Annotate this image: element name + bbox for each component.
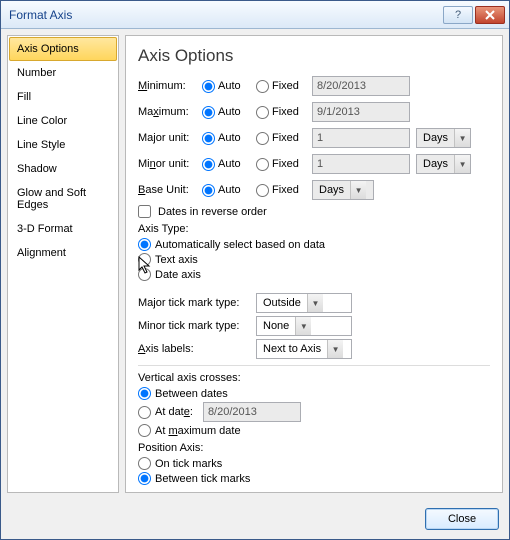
major-unit-combo[interactable]: Days▼ xyxy=(416,128,471,148)
sidebar-item-label: Axis Options xyxy=(17,43,79,55)
at-max-label: At maximum date xyxy=(155,425,241,437)
sidebar-item-label: Line Style xyxy=(17,139,65,151)
format-axis-dialog: Format Axis ? Axis Options Number Fill L… xyxy=(0,0,510,540)
axis-type-text-radio[interactable] xyxy=(138,253,151,266)
minimum-label: Minimum: xyxy=(138,80,202,92)
sidebar-item-line-style[interactable]: Line Style xyxy=(9,133,117,157)
sidebar-item-line-color[interactable]: Line Color xyxy=(9,109,117,133)
axis-labels-combo[interactable]: Next to Axis▼ xyxy=(256,339,352,359)
sidebar-item-label: Shadow xyxy=(17,163,57,175)
major-fixed-radio[interactable]: Fixed xyxy=(256,132,312,145)
sidebar-item-3d-format[interactable]: 3-D Format xyxy=(9,217,117,241)
axis-labels-label: Axis labels: xyxy=(138,343,256,355)
sidebar-item-label: Alignment xyxy=(17,247,66,259)
chevron-down-icon: ▼ xyxy=(454,155,470,173)
sidebar-item-fill[interactable]: Fill xyxy=(9,85,117,109)
sidebar-item-alignment[interactable]: Alignment xyxy=(9,241,117,265)
minor-auto-radio[interactable]: Auto xyxy=(202,158,256,171)
minor-unit-label: Minor unit: xyxy=(138,158,202,170)
window-title: Format Axis xyxy=(9,8,441,22)
minor-unit-input[interactable] xyxy=(312,154,410,174)
vcross-between-radio[interactable] xyxy=(138,387,151,400)
minor-unit-combo[interactable]: Days▼ xyxy=(416,154,471,174)
sidebar-item-axis-options[interactable]: Axis Options xyxy=(9,37,117,61)
close-window-button[interactable] xyxy=(475,6,505,24)
minor-tick-label: Minor tick mark type: xyxy=(138,320,256,332)
sidebar-item-label: 3-D Format xyxy=(17,223,73,235)
dialog-footer: Close xyxy=(1,499,509,539)
chevron-down-icon: ▼ xyxy=(307,294,323,312)
base-fixed-radio[interactable]: Fixed xyxy=(256,184,312,197)
base-unit-combo[interactable]: Days▼ xyxy=(312,180,374,200)
reverse-order-checkbox[interactable] xyxy=(138,205,151,218)
vertical-crosses-label: Vertical axis crosses: xyxy=(138,372,490,384)
major-tick-label: Major tick mark type: xyxy=(138,297,256,309)
minimum-auto-radio[interactable]: Auto xyxy=(202,80,256,93)
category-sidebar: Axis Options Number Fill Line Color Line… xyxy=(7,35,119,493)
at-date-label: At date: xyxy=(155,406,193,418)
chevron-down-icon: ▼ xyxy=(350,181,366,199)
maximum-fixed-radio[interactable]: Fixed xyxy=(256,106,312,119)
sidebar-item-label: Number xyxy=(17,67,56,79)
sidebar-item-shadow[interactable]: Shadow xyxy=(9,157,117,181)
axis-options-panel: Axis Options Minimum: Auto Fixed Maximum… xyxy=(125,35,503,493)
minor-fixed-radio[interactable]: Fixed xyxy=(256,158,312,171)
position-between-radio[interactable] xyxy=(138,472,151,485)
chevron-down-icon: ▼ xyxy=(327,340,343,358)
close-button[interactable]: Close xyxy=(425,508,499,530)
minimum-input[interactable] xyxy=(312,76,410,96)
position-axis-label: Position Axis: xyxy=(138,442,490,454)
maximum-label: Maximum: xyxy=(138,106,202,118)
major-auto-radio[interactable]: Auto xyxy=(202,132,256,145)
major-tick-combo[interactable]: Outside▼ xyxy=(256,293,352,313)
chevron-down-icon: ▼ xyxy=(454,129,470,147)
close-icon xyxy=(485,10,495,20)
base-auto-radio[interactable]: Auto xyxy=(202,184,256,197)
maximum-auto-radio[interactable]: Auto xyxy=(202,106,256,119)
help-button[interactable]: ? xyxy=(443,6,473,24)
chevron-down-icon: ▼ xyxy=(295,317,311,335)
sidebar-item-label: Fill xyxy=(17,91,31,103)
position-on-radio[interactable] xyxy=(138,457,151,470)
maximum-input[interactable] xyxy=(312,102,410,122)
axis-type-date-radio[interactable] xyxy=(138,268,151,281)
panel-heading: Axis Options xyxy=(138,46,490,66)
axis-type-label: Axis Type: xyxy=(138,223,490,235)
sidebar-item-label: Glow and Soft Edges xyxy=(17,187,86,211)
vcross-at-max-radio[interactable] xyxy=(138,424,151,437)
at-date-input[interactable] xyxy=(203,402,301,422)
major-unit-label: Major unit: xyxy=(138,132,202,144)
base-unit-label: Base Unit: xyxy=(138,184,202,196)
titlebar: Format Axis ? xyxy=(1,1,509,29)
axis-type-auto-radio[interactable] xyxy=(138,238,151,251)
reverse-order-label: Dates in reverse order xyxy=(158,206,267,218)
sidebar-item-number[interactable]: Number xyxy=(9,61,117,85)
major-unit-input[interactable] xyxy=(312,128,410,148)
minimum-fixed-radio[interactable]: Fixed xyxy=(256,80,312,93)
vcross-at-date-radio[interactable] xyxy=(138,406,151,419)
sidebar-item-glow[interactable]: Glow and Soft Edges xyxy=(9,181,117,217)
sidebar-item-label: Line Color xyxy=(17,115,67,127)
minor-tick-combo[interactable]: None▼ xyxy=(256,316,352,336)
